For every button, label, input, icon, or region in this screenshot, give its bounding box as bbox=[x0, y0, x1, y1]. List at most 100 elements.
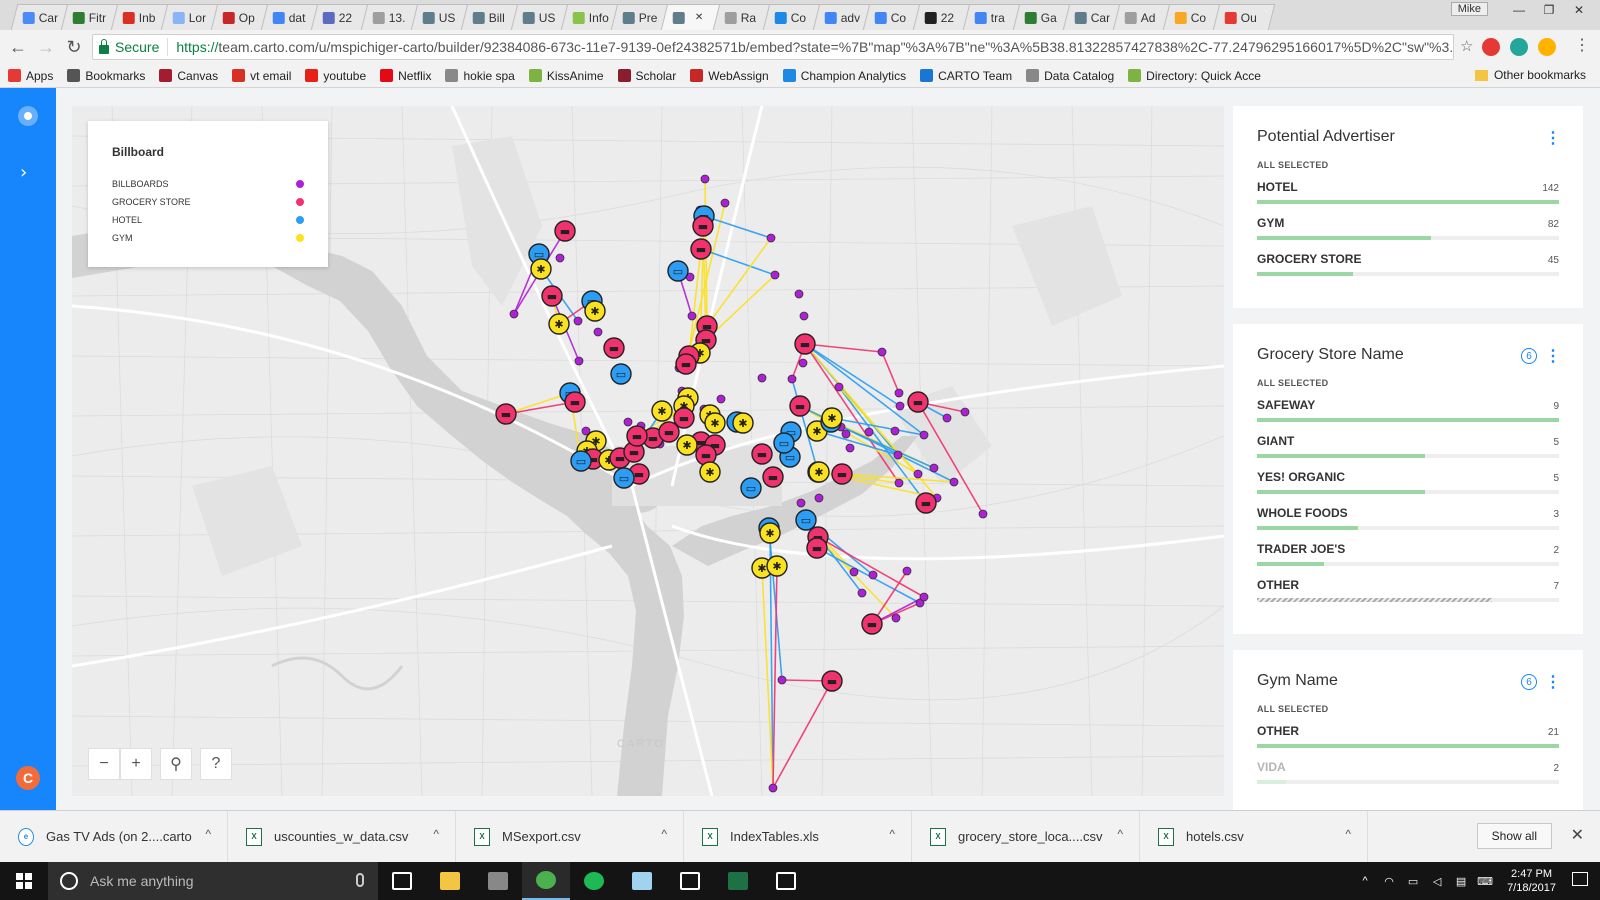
billboard-marker[interactable] bbox=[845, 443, 855, 453]
billboard-marker[interactable] bbox=[849, 567, 859, 577]
billboard-marker[interactable] bbox=[555, 253, 565, 263]
extension-m-icon[interactable] bbox=[1510, 38, 1528, 56]
maximize-icon[interactable]: ❐ bbox=[1534, 0, 1564, 20]
forward-arrow-icon[interactable]: → bbox=[32, 33, 60, 61]
bookmark-item[interactable]: Scholar bbox=[617, 69, 676, 83]
billboard-marker[interactable] bbox=[894, 388, 904, 398]
category-row[interactable]: WHOLE FOODS 3 bbox=[1257, 506, 1559, 542]
billboard-marker[interactable] bbox=[949, 477, 959, 487]
layers-icon[interactable] bbox=[18, 106, 38, 126]
category-row[interactable]: VIDA 2 bbox=[1257, 760, 1559, 796]
profile-button[interactable]: Mike bbox=[1450, 2, 1488, 16]
billboard-marker[interactable] bbox=[919, 430, 929, 440]
billboard-marker[interactable] bbox=[720, 198, 730, 208]
bookmark-item[interactable]: Champion Analytics bbox=[782, 69, 906, 83]
volume-icon[interactable]: ◁ bbox=[1428, 875, 1446, 888]
secure-indicator[interactable]: Secure bbox=[93, 38, 169, 56]
gym-marker[interactable]: ✱ bbox=[584, 300, 606, 322]
hotel-marker[interactable]: ▭ bbox=[773, 432, 795, 454]
grocery-store-marker[interactable]: ▬ bbox=[831, 463, 853, 485]
billboard-marker[interactable] bbox=[768, 783, 778, 793]
task-view-taskbar-icon[interactable] bbox=[378, 862, 426, 900]
download-menu-icon[interactable]: ^ bbox=[433, 827, 439, 841]
widget-count-badge[interactable]: 6 bbox=[1521, 348, 1537, 364]
microphone-icon[interactable] bbox=[356, 873, 364, 887]
address-bar[interactable]: Secure https://team.carto.com/u/mspichig… bbox=[92, 34, 1454, 60]
search-icon[interactable]: ⚲ bbox=[160, 748, 192, 780]
category-row[interactable]: GROCERY STORE 45 bbox=[1257, 252, 1559, 288]
billboard-marker[interactable] bbox=[799, 311, 809, 321]
grocery-store-marker[interactable]: ▬ bbox=[915, 492, 937, 514]
billboard-marker[interactable] bbox=[893, 450, 903, 460]
download-menu-icon[interactable]: ^ bbox=[661, 827, 667, 841]
hotel-marker[interactable]: ▭ bbox=[667, 260, 689, 282]
billboard-marker[interactable] bbox=[798, 358, 808, 368]
slack-taskbar-icon[interactable] bbox=[762, 862, 810, 900]
show-all-button[interactable]: Show all bbox=[1476, 823, 1552, 849]
grocery-store-marker[interactable]: ▬ bbox=[751, 443, 773, 465]
bookmark-item[interactable]: KissAnime bbox=[528, 69, 604, 83]
action-center-icon[interactable] bbox=[1572, 872, 1588, 886]
start-button[interactable] bbox=[0, 862, 48, 900]
star-icon[interactable]: ☆ bbox=[1460, 37, 1478, 55]
billboard-marker[interactable] bbox=[857, 588, 867, 598]
billboard-marker[interactable] bbox=[890, 426, 900, 436]
download-menu-icon[interactable]: ^ bbox=[889, 827, 895, 841]
billboard-marker[interactable] bbox=[787, 374, 797, 384]
chrome-taskbar-icon[interactable] bbox=[522, 862, 570, 900]
download-item[interactable]: Xgrocery_store_loca....csv ^ bbox=[912, 810, 1140, 863]
gym-marker[interactable]: ✱ bbox=[548, 313, 570, 335]
bookmark-item[interactable]: Apps bbox=[8, 69, 53, 83]
billboard-marker[interactable] bbox=[623, 417, 633, 427]
bookmark-item[interactable]: hokie spa bbox=[445, 69, 515, 83]
gym-marker[interactable]: ✱ bbox=[759, 522, 781, 544]
widget-menu-icon[interactable]: ⋮ bbox=[1545, 128, 1561, 148]
grocery-store-marker[interactable]: ▬ bbox=[564, 391, 586, 413]
category-row[interactable]: YES! ORGANIC 5 bbox=[1257, 470, 1559, 506]
billboard-marker[interactable] bbox=[573, 316, 583, 326]
gym-marker[interactable]: ✱ bbox=[704, 412, 726, 434]
grocery-store-marker[interactable]: ▬ bbox=[762, 466, 784, 488]
url-text[interactable]: https://team.carto.com/u/mspichiger-cart… bbox=[168, 39, 1453, 55]
billboard-marker[interactable] bbox=[895, 401, 905, 411]
billboard-marker[interactable] bbox=[919, 592, 929, 602]
back-arrow-icon[interactable]: ← bbox=[4, 33, 32, 61]
browser-tab[interactable]: Ou bbox=[1212, 4, 1276, 30]
gym-marker[interactable]: ✱ bbox=[821, 407, 843, 429]
gym-marker[interactable]: ✱ bbox=[676, 434, 698, 456]
hotel-marker[interactable]: ▭ bbox=[610, 363, 632, 385]
category-row[interactable]: SAFEWAY 9 bbox=[1257, 398, 1559, 434]
hotel-marker[interactable]: ▭ bbox=[795, 509, 817, 531]
minimize-icon[interactable]: — bbox=[1504, 0, 1534, 20]
grocery-store-marker[interactable]: ▬ bbox=[861, 613, 883, 635]
category-row[interactable]: GIANT 5 bbox=[1257, 434, 1559, 470]
battery-icon[interactable]: ▭ bbox=[1404, 875, 1422, 888]
bookmark-item[interactable]: Canvas bbox=[159, 69, 218, 83]
download-item[interactable]: X MSexport.csv ^ bbox=[456, 810, 684, 863]
billboard-marker[interactable] bbox=[814, 493, 824, 503]
zoom-in-button[interactable]: + bbox=[120, 748, 152, 780]
billboard-marker[interactable] bbox=[960, 407, 970, 417]
billboard-marker[interactable] bbox=[593, 327, 603, 337]
billboard-marker[interactable] bbox=[509, 309, 519, 319]
category-row[interactable]: OTHER 21 bbox=[1257, 724, 1559, 760]
notepad-app-taskbar-icon[interactable] bbox=[618, 862, 666, 900]
extension-face-icon[interactable] bbox=[1538, 38, 1556, 56]
download-menu-icon[interactable]: ^ bbox=[1117, 827, 1123, 841]
gym-marker[interactable]: ✱ bbox=[808, 461, 830, 483]
category-row[interactable]: GYM 82 bbox=[1257, 216, 1559, 252]
chevron-right-icon[interactable]: › bbox=[20, 162, 27, 183]
zoom-out-button[interactable]: − bbox=[88, 748, 120, 780]
grocery-store-marker[interactable]: ▬ bbox=[821, 670, 843, 692]
billboard-marker[interactable] bbox=[868, 570, 878, 580]
grocery-store-marker[interactable]: ▬ bbox=[541, 285, 563, 307]
grocery-store-marker[interactable]: ▬ bbox=[794, 333, 816, 355]
billboard-marker[interactable] bbox=[978, 509, 988, 519]
gym-marker[interactable]: ✱ bbox=[732, 412, 754, 434]
gym-marker[interactable]: ✱ bbox=[530, 258, 552, 280]
bookmark-item[interactable]: CARTO Team bbox=[920, 69, 1012, 83]
chrome-menu-icon[interactable]: ⋮ bbox=[1574, 35, 1592, 54]
hotel-marker[interactable]: ▭ bbox=[740, 477, 762, 499]
bookmark-item[interactable]: WebAssign bbox=[690, 69, 769, 83]
close-icon[interactable]: ✕ bbox=[1564, 0, 1594, 20]
